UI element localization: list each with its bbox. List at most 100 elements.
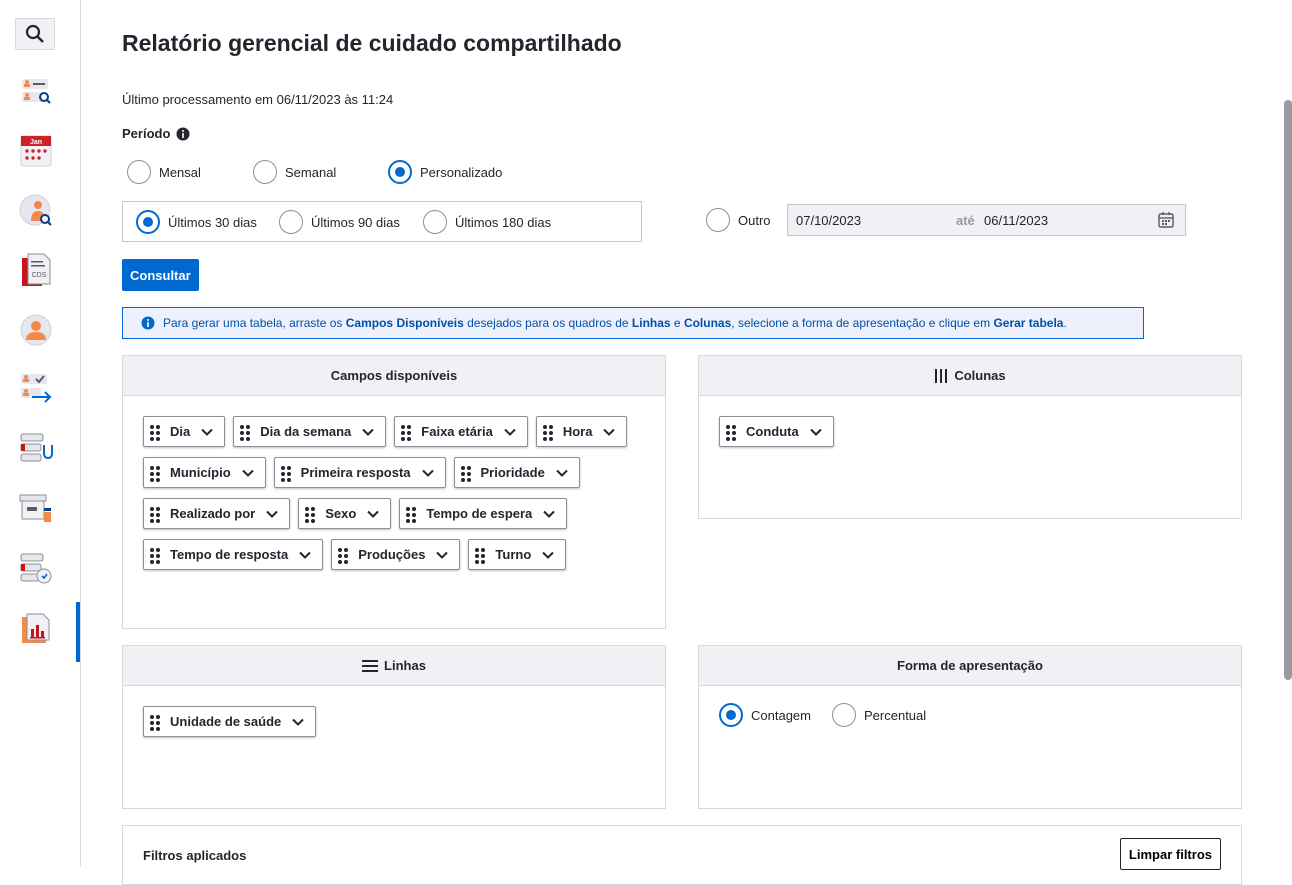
field-chip[interactable]: Realizado por <box>143 498 291 529</box>
field-chip[interactable]: Hora <box>535 416 628 447</box>
field-chip[interactable]: Dia da semana <box>233 416 387 447</box>
panel-title: Forma de apresentação <box>897 658 1043 673</box>
chevron-down-icon[interactable] <box>542 507 556 521</box>
chip-label: Tempo de resposta <box>170 547 289 562</box>
box-supplies-icon <box>19 494 51 522</box>
radio-circle[interactable] <box>136 210 160 234</box>
chevron-down-icon[interactable] <box>421 466 435 480</box>
radio-label: Últimos 180 dias <box>455 214 552 230</box>
radio-circle[interactable] <box>423 210 447 234</box>
consultar-button[interactable]: Consultar <box>122 259 199 291</box>
user-search-icon <box>19 194 52 226</box>
radio-circle[interactable] <box>253 160 277 184</box>
drag-handle-icon[interactable] <box>240 424 251 441</box>
radio-personalizado[interactable]: Personalizado <box>388 160 502 184</box>
drag-handle-icon[interactable] <box>150 465 160 482</box>
search-button[interactable] <box>15 18 55 50</box>
radio-30-dias[interactable]: Últimos 30 dias <box>136 210 257 234</box>
date-from[interactable]: 07/10/2023 <box>796 213 956 228</box>
drag-handle-icon[interactable] <box>150 547 160 564</box>
info-text: Para gerar uma tabela, arraste os Campos… <box>163 316 1067 330</box>
chip-label: Dia <box>170 424 191 439</box>
radio-mensal[interactable]: Mensal <box>127 160 201 184</box>
chevron-down-icon[interactable] <box>291 715 305 729</box>
radio-circle[interactable] <box>719 703 743 727</box>
calendar-icon: Jan <box>20 135 52 167</box>
field-chip[interactable]: Unidade de saúde <box>143 706 317 737</box>
info-b2: Linhas <box>631 316 671 330</box>
field-chip[interactable]: Município <box>143 457 266 488</box>
radio-contagem[interactable]: Contagem <box>719 703 811 727</box>
sidebar-item-schedule[interactable] <box>16 551 56 587</box>
drag-handle-icon[interactable] <box>475 547 486 564</box>
radio-circle[interactable] <box>832 703 856 727</box>
chevron-down-icon[interactable] <box>265 507 279 521</box>
radio-circle[interactable] <box>706 208 730 232</box>
drag-handle-icon[interactable] <box>401 424 412 441</box>
sidebar-item-citizen-search[interactable] <box>16 193 56 229</box>
date-to[interactable]: 06/11/2023 <box>984 213 1157 228</box>
radio-90-dias[interactable]: Últimos 90 dias <box>279 210 400 234</box>
sidebar-item-citizen[interactable] <box>16 312 56 348</box>
field-chip[interactable]: Conduta <box>719 416 834 447</box>
drag-handle-icon[interactable] <box>150 714 160 731</box>
sidebar-item-shared-care[interactable] <box>16 370 56 406</box>
chevron-down-icon[interactable] <box>298 548 312 562</box>
user-avatar-icon <box>20 314 52 346</box>
rows-panel: Linhas Unidade de saúde <box>122 645 666 809</box>
drag-handle-icon[interactable] <box>280 465 291 482</box>
chevron-down-icon[interactable] <box>361 425 375 439</box>
sidebar-item-user-search[interactable] <box>16 74 56 110</box>
field-chip[interactable]: Faixa etária <box>394 416 528 447</box>
field-chip[interactable]: Turno <box>468 539 567 570</box>
sidebar-item-reports[interactable] <box>16 611 56 647</box>
chevron-down-icon[interactable] <box>602 425 616 439</box>
calendar-icon[interactable] <box>1157 211 1175 229</box>
chevron-down-icon[interactable] <box>366 507 380 521</box>
sidebar-item-attendance[interactable] <box>16 431 56 467</box>
drag-handle-icon[interactable] <box>726 424 736 441</box>
panel-header: Forma de apresentação <box>699 646 1241 686</box>
chevron-down-icon[interactable] <box>241 466 255 480</box>
chevron-down-icon[interactable] <box>503 425 517 439</box>
radio-label: Semanal <box>285 164 337 180</box>
clear-filters-button[interactable]: Limpar filtros <box>1119 838 1221 870</box>
chevron-down-icon[interactable] <box>555 466 569 480</box>
drag-handle-icon[interactable] <box>406 506 417 523</box>
chevron-down-icon[interactable] <box>809 425 823 439</box>
scrollbar[interactable] <box>1284 100 1292 680</box>
drag-handle-icon[interactable] <box>305 506 316 523</box>
field-chip[interactable]: Tempo de resposta <box>143 539 324 570</box>
field-chip[interactable]: Tempo de espera <box>399 498 568 529</box>
radio-circle[interactable] <box>279 210 303 234</box>
chevron-down-icon[interactable] <box>200 425 214 439</box>
sidebar-item-supplies[interactable] <box>16 491 56 527</box>
chevron-down-icon[interactable] <box>541 548 555 562</box>
drag-handle-icon[interactable] <box>150 506 160 523</box>
radio-180-dias[interactable]: Últimos 180 dias <box>423 210 551 234</box>
info-icon[interactable] <box>176 127 190 141</box>
drag-handle-icon[interactable] <box>460 465 471 482</box>
drag-handle-icon[interactable] <box>542 424 553 441</box>
chevron-down-icon[interactable] <box>435 548 449 562</box>
field-chip[interactable]: Prioridade <box>453 457 580 488</box>
field-chip[interactable]: Produções <box>331 539 461 570</box>
radio-circle[interactable] <box>127 160 151 184</box>
field-chip[interactable]: Dia <box>143 416 226 447</box>
radio-outro[interactable]: Outro <box>706 208 771 232</box>
sidebar-item-calendar[interactable]: Jan <box>16 133 56 169</box>
rows-icon <box>362 659 379 672</box>
date-range-input[interactable]: 07/10/2023 até 06/11/2023 <box>787 204 1186 236</box>
radio-percentual[interactable]: Percentual <box>832 703 926 727</box>
sidebar-item-cds[interactable]: CDS <box>16 252 56 288</box>
panel-header: Colunas <box>699 356 1241 396</box>
info-t2: desejados para os quadros de <box>463 316 632 330</box>
drag-handle-icon[interactable] <box>150 424 160 441</box>
radio-circle[interactable] <box>388 160 412 184</box>
drag-handle-icon[interactable] <box>338 547 349 564</box>
field-chip[interactable]: Sexo <box>298 498 392 529</box>
info-banner: Para gerar uma tabela, arraste os Campos… <box>122 307 1144 339</box>
presentation-panel: Forma de apresentação Contagem Percentua… <box>698 645 1242 809</box>
radio-semanal[interactable]: Semanal <box>253 160 336 184</box>
field-chip[interactable]: Primeira resposta <box>273 457 446 488</box>
